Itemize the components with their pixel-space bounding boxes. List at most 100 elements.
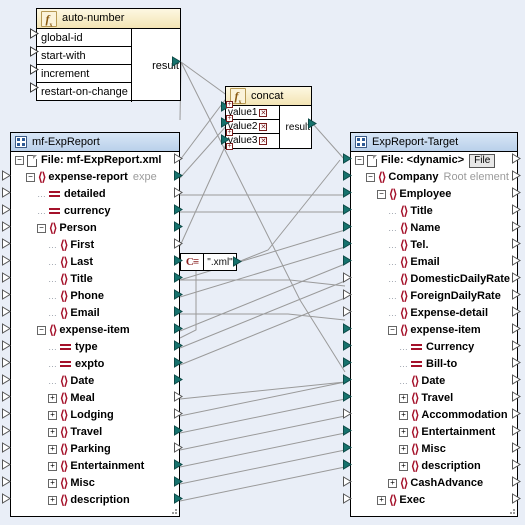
target-output-connector[interactable] xyxy=(512,187,521,198)
add-param-icon[interactable]: + xyxy=(226,143,233,150)
source-input-connector[interactable] xyxy=(2,238,11,249)
source-row-person[interactable]: − ⟨⟩ Person xyxy=(11,220,179,237)
output-connector-auto-number-result[interactable] xyxy=(172,56,181,67)
target-row-tel[interactable]: … ⟨⟩ Tel. xyxy=(351,237,517,254)
source-input-connector[interactable] xyxy=(2,459,11,470)
target-panel-header[interactable]: ExpReport-Target xyxy=(351,133,517,152)
target-output-connector[interactable] xyxy=(512,340,521,351)
target-row-employee[interactable]: − ⟨⟩ Employee xyxy=(351,186,517,203)
tree-expander[interactable]: − xyxy=(26,173,35,182)
source-input-connector[interactable] xyxy=(2,476,11,487)
file-button[interactable]: File xyxy=(469,153,496,168)
target-input-connector[interactable] xyxy=(343,476,352,487)
param-global-id[interactable]: global-id xyxy=(37,29,131,47)
target-input-connector[interactable] xyxy=(343,238,352,249)
target-row-travel[interactable]: + ⟨⟩ Travel xyxy=(351,390,517,407)
source-schema-panel[interactable]: mf-ExpReport − File: mf-ExpReport.xml − ⟨⟩ e… xyxy=(10,132,180,517)
source-output-connector[interactable] xyxy=(174,306,183,317)
tree-expander[interactable]: − xyxy=(37,224,46,233)
target-row-exec[interactable]: + ⟨⟩ Exec xyxy=(351,492,517,509)
target-input-connector[interactable] xyxy=(343,187,352,198)
source-output-connector[interactable] xyxy=(174,204,183,215)
target-output-connector[interactable] xyxy=(512,374,521,385)
constant-node[interactable]: C≡ ".xml" xyxy=(180,253,237,271)
source-row-phone[interactable]: … ⟨⟩ Phone xyxy=(11,288,179,305)
target-input-connector[interactable] xyxy=(343,153,352,164)
param-value2[interactable]: value2 ✕ xyxy=(226,120,279,134)
target-row-expense-detail[interactable]: … ⟨⟩ Expense-detail xyxy=(351,305,517,322)
target-row-company[interactable]: − ⟨⟩ Company Root element xyxy=(351,169,517,186)
input-connector-increment[interactable] xyxy=(30,64,39,75)
target-output-connector[interactable] xyxy=(512,255,521,266)
target-row-date[interactable]: … ⟨⟩ Date xyxy=(351,373,517,390)
source-output-connector[interactable] xyxy=(174,493,183,504)
source-row-travel[interactable]: + ⟨⟩ Travel xyxy=(11,424,179,441)
add-param-icon[interactable]: + xyxy=(226,115,233,122)
add-param-icon[interactable]: + xyxy=(226,101,233,108)
tree-expander[interactable]: + xyxy=(48,496,57,505)
tree-expander[interactable]: + xyxy=(399,394,408,403)
target-output-connector[interactable] xyxy=(512,170,521,181)
constant-value[interactable]: ".xml" xyxy=(204,257,236,268)
source-output-connector[interactable] xyxy=(174,221,183,232)
function-node-auto-number[interactable]: fx auto-number global-id start-with incr… xyxy=(36,8,181,102)
input-connector-restart-on-change[interactable] xyxy=(30,82,39,93)
source-output-connector[interactable] xyxy=(174,238,183,249)
source-output-connector[interactable] xyxy=(174,153,183,164)
source-input-connector[interactable] xyxy=(2,425,11,436)
source-input-connector[interactable] xyxy=(2,187,11,198)
source-input-connector[interactable] xyxy=(2,340,11,351)
target-row-bill-to[interactable]: … Bill-to xyxy=(351,356,517,373)
param-restart-on-change[interactable]: restart-on-change xyxy=(37,83,131,101)
source-output-connector[interactable] xyxy=(174,255,183,266)
source-input-connector[interactable] xyxy=(2,442,11,453)
target-row-entertainment[interactable]: + ⟨⟩ Entertainment xyxy=(351,424,517,441)
source-tree[interactable]: − File: mf-ExpReport.xml − ⟨⟩ expense-report… xyxy=(11,152,179,509)
source-input-connector[interactable] xyxy=(2,323,11,334)
target-input-connector[interactable] xyxy=(343,425,352,436)
tree-expander[interactable]: + xyxy=(48,445,57,454)
source-row-first[interactable]: … ⟨⟩ First xyxy=(11,237,179,254)
tree-expander[interactable]: + xyxy=(399,411,408,420)
source-panel-header[interactable]: mf-ExpReport xyxy=(11,133,179,152)
tree-expander[interactable]: + xyxy=(377,496,386,505)
target-input-connector[interactable] xyxy=(343,357,352,368)
source-output-connector[interactable] xyxy=(174,391,183,402)
source-row-email[interactable]: … ⟨⟩ Email xyxy=(11,305,179,322)
source-row-meal[interactable]: + ⟨⟩ Meal xyxy=(11,390,179,407)
target-input-connector[interactable] xyxy=(343,391,352,402)
source-row-misc[interactable]: + ⟨⟩ Misc xyxy=(11,475,179,492)
function-node-concat[interactable]: fx concat value1 ✕ value2 ✕ value3 ✕ res… xyxy=(225,86,312,149)
tree-expander[interactable]: − xyxy=(355,156,364,165)
tree-expander[interactable]: − xyxy=(388,326,397,335)
tree-expander[interactable]: + xyxy=(388,479,397,488)
target-row-description[interactable]: + ⟨⟩ description xyxy=(351,458,517,475)
source-row-detailed[interactable]: … detailed xyxy=(11,186,179,203)
target-input-connector[interactable] xyxy=(343,221,352,232)
target-output-connector[interactable] xyxy=(512,289,521,300)
target-output-connector[interactable] xyxy=(512,272,521,283)
source-row-date[interactable]: … ⟨⟩ Date xyxy=(11,373,179,390)
target-input-connector[interactable] xyxy=(343,289,352,300)
source-input-connector[interactable] xyxy=(2,289,11,300)
target-input-connector[interactable] xyxy=(343,306,352,317)
source-input-connector[interactable] xyxy=(2,221,11,232)
target-row-currency[interactable]: … Currency xyxy=(351,339,517,356)
tree-expander[interactable]: − xyxy=(377,190,386,199)
target-output-connector[interactable] xyxy=(512,357,521,368)
target-row-file-dynamic[interactable]: − File: <dynamic> File xyxy=(351,152,517,169)
remove-param-icon[interactable]: ✕ xyxy=(259,137,268,145)
source-input-connector[interactable] xyxy=(2,374,11,385)
remove-param-icon[interactable]: ✕ xyxy=(259,122,268,131)
target-input-connector[interactable] xyxy=(343,374,352,385)
param-value1[interactable]: value1 ✕ xyxy=(226,106,279,120)
target-input-connector[interactable] xyxy=(343,272,352,283)
source-row-type[interactable]: … type xyxy=(11,339,179,356)
source-output-connector[interactable] xyxy=(174,272,183,283)
resize-grip[interactable] xyxy=(168,505,178,515)
target-tree[interactable]: − File: <dynamic> File − ⟨⟩ Company Root eleme… xyxy=(351,152,517,509)
target-input-connector[interactable] xyxy=(343,493,352,504)
target-input-connector[interactable] xyxy=(343,255,352,266)
source-row-expto[interactable]: … expto xyxy=(11,356,179,373)
target-row-cashadvance[interactable]: + ⟨⟩ CashAdvance xyxy=(351,475,517,492)
